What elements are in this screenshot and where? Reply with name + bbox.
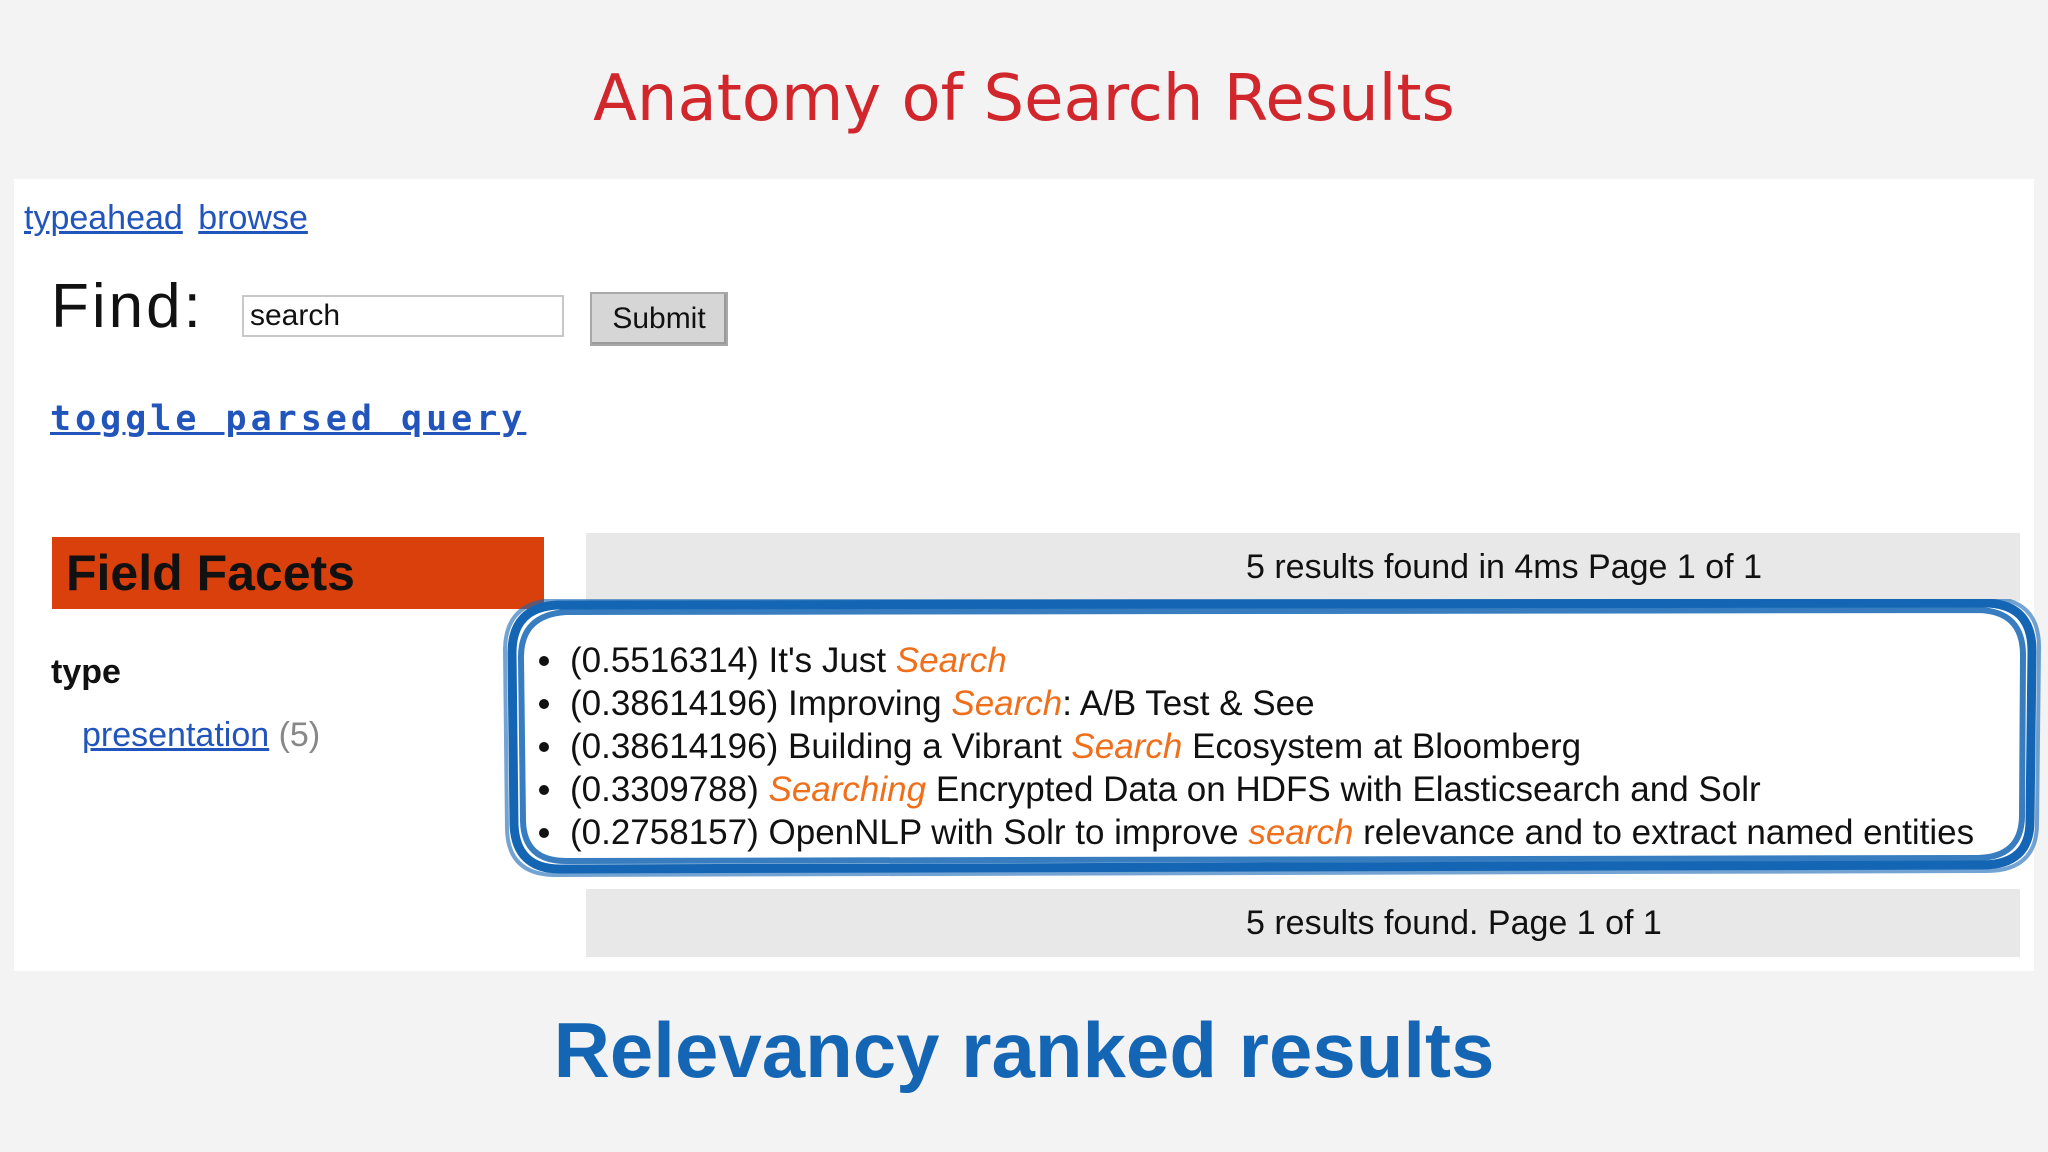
nav-links: typeahead browse bbox=[24, 199, 314, 238]
browse-link[interactable]: browse bbox=[198, 199, 308, 237]
toggle-parsed-query-link[interactable]: toggle parsed query bbox=[50, 399, 526, 439]
annotation-circle bbox=[503, 599, 2042, 877]
facet-value-count: (5) bbox=[278, 716, 321, 754]
find-label: Find: bbox=[51, 272, 204, 341]
results-summary-top-text: 5 results found in 4ms Page 1 of 1 bbox=[1246, 548, 1762, 586]
facet-field-type: type bbox=[51, 653, 121, 691]
results-summary-bottom-text: 5 results found. Page 1 of 1 bbox=[1246, 904, 1662, 942]
slide-title: Anatomy of Search Results bbox=[593, 62, 1455, 136]
results-summary-top: 5 results found in 4ms Page 1 of 1 bbox=[586, 533, 2020, 601]
field-facets-header: Field Facets bbox=[52, 537, 544, 609]
slide-caption: Relevancy ranked results bbox=[553, 1006, 1495, 1094]
typeahead-link[interactable]: typeahead bbox=[24, 199, 183, 237]
submit-button[interactable]: Submit bbox=[590, 292, 728, 346]
facet-value-item: presentation (5) bbox=[82, 716, 320, 755]
facet-value-link[interactable]: presentation bbox=[82, 716, 269, 754]
search-page: typeahead browse Find: Submit toggle par… bbox=[14, 179, 2042, 971]
results-summary-bottom: 5 results found. Page 1 of 1 bbox=[586, 889, 2020, 957]
search-input[interactable] bbox=[242, 295, 564, 337]
